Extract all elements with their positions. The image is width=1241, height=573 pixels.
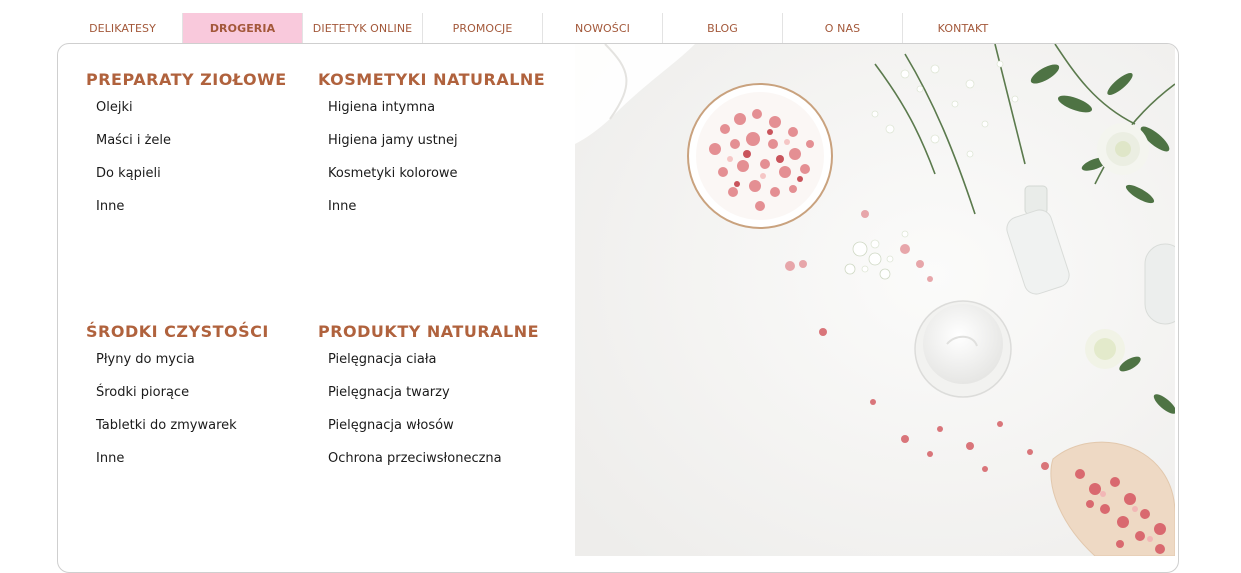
menu-link[interactable]: Higiena jamy ustnej (328, 132, 548, 149)
menu-group-kosmetyki-naturalne: KOSMETYKI NATURALNE Higiena intymna Higi… (318, 69, 548, 231)
nav-item-delikatesy[interactable]: DELIKATESY (63, 13, 183, 43)
group-title[interactable]: KOSMETYKI NATURALNE (318, 69, 548, 91)
nav-item-blog[interactable]: BLOG (663, 13, 783, 43)
menu-link[interactable]: Ochrona przeciwsłoneczna (328, 450, 548, 467)
menu-group-srodki-czystosci: ŚRODKI CZYSTOŚCI Płyny do mycia Środki p… (86, 321, 316, 483)
menu-link[interactable]: Tabletki do zmywarek (96, 417, 316, 434)
nav-item-kontakt[interactable]: KONTAKT (903, 13, 1023, 43)
menu-link[interactable]: Higiena intymna (328, 99, 548, 116)
group-links: Olejki Maści i żele Do kąpieli Inne (86, 99, 316, 215)
menu-link[interactable]: Pielęgnacja twarzy (328, 384, 548, 401)
menu-link[interactable]: Do kąpieli (96, 165, 316, 182)
group-title[interactable]: PRODUKTY NATURALNE (318, 321, 548, 343)
menu-link[interactable]: Kosmetyki kolorowe (328, 165, 548, 182)
menu-link[interactable]: Inne (96, 198, 316, 215)
main-navigation: DELIKATESY DROGERIA DIETETYK ONLINE PROM… (63, 13, 1023, 43)
nav-item-o-nas[interactable]: O NAS (783, 13, 903, 43)
cosmetics-illustration (575, 44, 1175, 556)
group-title[interactable]: PREPARATY ZIOŁOWE (86, 69, 316, 91)
menu-link[interactable]: Inne (328, 198, 548, 215)
group-title[interactable]: ŚRODKI CZYSTOŚCI (86, 321, 316, 343)
menu-link[interactable]: Inne (96, 450, 316, 467)
rose (1097, 123, 1149, 175)
cream-jar (914, 300, 1012, 398)
group-links: Pielęgnacja ciała Pielęgnacja twarzy Pie… (318, 351, 548, 467)
menu-link[interactable]: Pielęgnacja ciała (328, 351, 548, 368)
nav-item-drogeria[interactable]: DROGERIA (183, 13, 303, 43)
group-links: Płyny do mycia Środki piorące Tabletki d… (86, 351, 316, 467)
mega-menu-panel: PREPARATY ZIOŁOWE Olejki Maści i żele Do… (57, 43, 1179, 573)
cosmetics-photo (575, 44, 1175, 556)
menu-link[interactable]: Maści i żele (96, 132, 316, 149)
menu-group-produkty-naturalne: PRODUKTY NATURALNE Pielęgnacja ciała Pie… (318, 321, 548, 483)
menu-link[interactable]: Olejki (96, 99, 316, 116)
salt-dish (687, 83, 833, 229)
nav-item-dietetyk-online[interactable]: DIETETYK ONLINE (303, 13, 423, 43)
nav-item-promocje[interactable]: PROMOCJE (423, 13, 543, 43)
menu-link[interactable]: Środki piorące (96, 384, 316, 401)
menu-link[interactable]: Pielęgnacja włosów (328, 417, 548, 434)
menu-link[interactable]: Płyny do mycia (96, 351, 316, 368)
menu-group-preparaty-ziolowe: PREPARATY ZIOŁOWE Olejki Maści i żele Do… (86, 69, 316, 231)
group-links: Higiena intymna Higiena jamy ustnej Kosm… (318, 99, 548, 215)
nav-item-nowosci[interactable]: NOWOŚCI (543, 13, 663, 43)
